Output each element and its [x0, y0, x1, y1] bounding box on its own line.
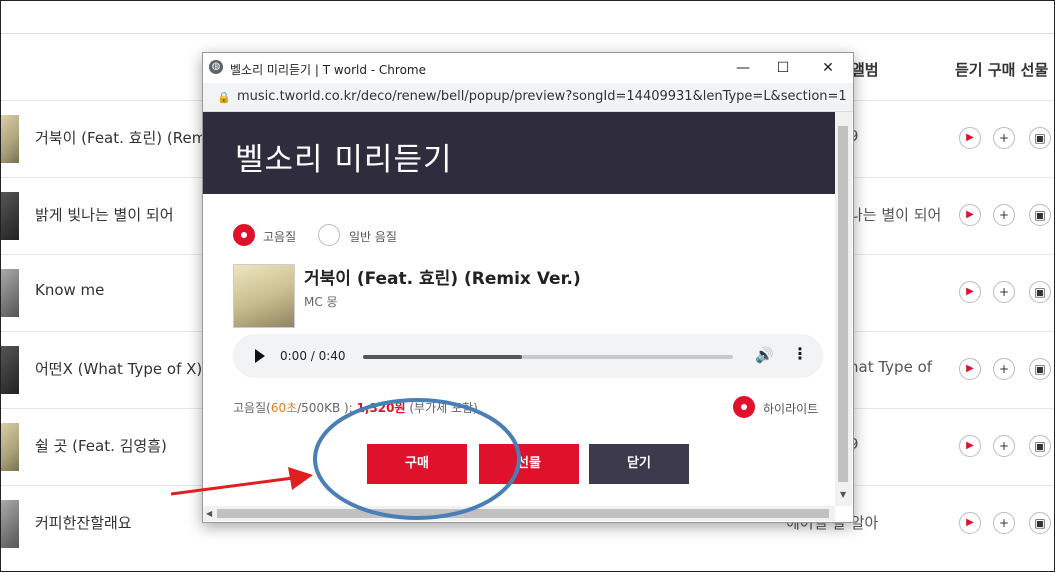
song-title[interactable]: Know me [35, 281, 104, 299]
plus-icon[interactable]: + [993, 127, 1015, 149]
play-icon[interactable]: ▶ [959, 512, 981, 534]
vertical-scrollbar[interactable]: ▼ [835, 112, 852, 506]
album-thumbnail [1, 269, 19, 317]
top-navigation [1, 1, 1054, 34]
plus-icon[interactable]: + [993, 281, 1015, 303]
song-title[interactable]: 밝게 빛나는 별이 되어 [35, 204, 174, 225]
album-thumbnail [1, 192, 19, 240]
browser-page: 앨범 듣기 구매 선물 거북이 (Feat. 효린) (Remix Ver.) … [0, 0, 1055, 572]
vertical-scroll-thumb[interactable] [838, 126, 848, 482]
popup-header: 벨소리 미리듣기 [203, 112, 835, 194]
gift-icon[interactable]: ▣ [1029, 435, 1051, 457]
play-icon[interactable]: ▶ [959, 204, 981, 226]
play-icon[interactable]: ▶ [959, 281, 981, 303]
play-icon[interactable]: ▶ [959, 435, 981, 457]
price-value: 1,320원 [356, 401, 406, 415]
play-icon[interactable] [255, 349, 265, 363]
column-header-actions: 듣기 구매 선물 [955, 61, 1049, 79]
column-header-album: 앨범 [851, 61, 879, 79]
gift-icon[interactable]: ▣ [1029, 204, 1051, 226]
progress-slider[interactable] [363, 355, 733, 359]
plus-icon[interactable]: + [993, 512, 1015, 534]
album-thumbnail [1, 423, 19, 471]
highlight-label: 하이라이트 [763, 402, 819, 416]
quality-normal-label: 일반 음질 [349, 230, 397, 244]
popup-heading: 벨소리 미리듣기 [235, 142, 453, 178]
ringtone-preview-popup: ◍ 벨소리 미리듣기 | T world - Chrome — ☐ ✕ 🔒 mu… [202, 52, 854, 523]
buy-button[interactable]: 구매 [367, 444, 467, 484]
player-time: 0:00 / 0:40 [280, 349, 346, 363]
globe-icon: ◍ [209, 60, 223, 74]
plus-icon[interactable]: + [993, 358, 1015, 380]
gift-icon[interactable]: ▣ [1029, 358, 1051, 380]
artist-name: MC 몽 [304, 295, 338, 309]
album-thumbnail [1, 500, 19, 548]
more-options-icon[interactable]: ⋮ [792, 344, 808, 363]
plus-icon[interactable]: + [993, 204, 1015, 226]
song-title[interactable]: 커피한잔할래요 [35, 512, 132, 533]
minimize-button[interactable]: — [730, 57, 756, 79]
url-text[interactable]: music.tworld.co.kr/deco/renew/bell/popup… [237, 89, 847, 104]
plus-icon[interactable]: + [993, 435, 1015, 457]
lock-icon: 🔒 [217, 91, 231, 104]
play-icon[interactable]: ▶ [959, 127, 981, 149]
gift-icon[interactable]: ▣ [1029, 127, 1051, 149]
song-album: 나는 별이 되어 [849, 206, 942, 224]
size-value: /500KB ): [297, 401, 353, 415]
highlight-radio[interactable] [733, 396, 755, 418]
album-thumbnail [1, 115, 19, 163]
close-button[interactable]: 닫기 [589, 444, 689, 484]
quality-high-label: 고음질 [263, 230, 297, 244]
gift-icon[interactable]: ▣ [1029, 281, 1051, 303]
address-bar[interactable]: 🔒 music.tworld.co.kr/deco/renew/bell/pop… [203, 83, 853, 112]
gift-button[interactable]: 선물 [479, 444, 579, 484]
maximize-button[interactable]: ☐ [770, 57, 796, 79]
progress-fill [363, 355, 523, 359]
song-title[interactable]: 어떤X (What Type of X) [35, 358, 202, 379]
album-thumbnail [1, 346, 19, 394]
window-titlebar[interactable]: ◍ 벨소리 미리듣기 | T world - Chrome — ☐ ✕ [203, 53, 853, 83]
popup-content: 벨소리 미리듣기 고음질 일반 음질 거북이 (Feat. 효린) (Remix… [203, 112, 835, 506]
tax-note: (부가세 포함) [409, 401, 478, 415]
song-title: 거북이 (Feat. 효린) (Remix Ver.) [304, 269, 581, 289]
audio-player: 0:00 / 0:40 🔊 ⋮ [233, 334, 823, 378]
song-title[interactable]: 쉴 곳 (Feat. 김영흠) [35, 435, 167, 456]
quality-prefix: 고음질( [233, 401, 271, 415]
play-icon[interactable]: ▶ [959, 358, 981, 380]
price-info: 고음질(60초/500KB ): 1,320원 (부가세 포함) [233, 399, 478, 416]
album-cover [233, 264, 295, 328]
close-window-button[interactable]: ✕ [815, 57, 841, 79]
quality-high-radio[interactable] [233, 224, 255, 246]
song-album: hat Type of [849, 358, 933, 376]
window-title: 벨소리 미리듣기 | T world - Chrome [230, 63, 426, 77]
scroll-left-arrow-icon[interactable]: ◀ [206, 509, 212, 518]
quality-normal-radio[interactable] [318, 224, 340, 246]
duration-value: 60초 [270, 401, 298, 415]
scroll-down-arrow-icon[interactable]: ▼ [840, 490, 846, 499]
volume-icon[interactable]: 🔊 [755, 346, 774, 364]
horizontal-scrollbar[interactable]: ◀ [203, 506, 835, 521]
gift-icon[interactable]: ▣ [1029, 512, 1051, 534]
horizontal-scroll-thumb[interactable] [217, 509, 829, 518]
